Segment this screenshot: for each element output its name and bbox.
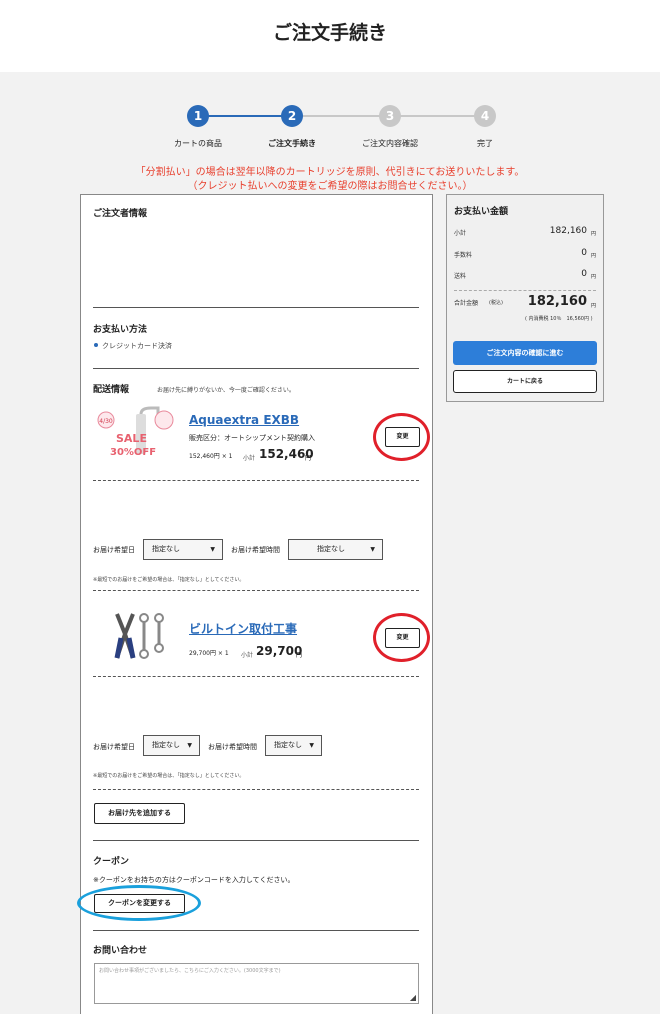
divider bbox=[93, 930, 419, 931]
subtotal-yen: 円 bbox=[305, 455, 312, 462]
divider bbox=[93, 368, 419, 369]
shipping-title: 配送情報 bbox=[93, 385, 130, 395]
subtotal-label: 小計 bbox=[241, 652, 254, 659]
summary-row-label: 手数料 bbox=[454, 252, 473, 259]
chevron-down-icon: ▼ bbox=[370, 546, 375, 553]
confirm-order-button[interactable]: ご注文内容の確認に進む bbox=[453, 341, 597, 365]
notice-line-1: 「分割払い」の場合は翌年以降のカートリッジを原則、代引きにてお送りいたします。 bbox=[135, 167, 525, 178]
summary-row-value: 0 bbox=[581, 269, 587, 279]
summary-row-label: 送料 bbox=[454, 273, 467, 280]
delivery-date-label: お届け希望日 bbox=[93, 546, 135, 554]
summary-row-value: 0 bbox=[581, 248, 587, 258]
step-4-label: 完了 bbox=[477, 139, 493, 148]
summary-title: お支払い金額 bbox=[454, 207, 509, 217]
product-name-link[interactable]: Aquaextra EXBB bbox=[189, 413, 299, 427]
annotation-red-circle bbox=[373, 613, 430, 662]
back-to-cart-button[interactable]: カートに戻る bbox=[453, 370, 597, 393]
product-name-link[interactable]: ビルトイン取付工事 bbox=[189, 620, 297, 637]
delivery-note: ※最短でのお届けをご希望の場合は、「指定なし」としてください。 bbox=[93, 773, 245, 779]
subtotal-label: 小計 bbox=[243, 455, 256, 462]
inquiry-placeholder: お問い合わせ事項がございましたら、こちらにご入力ください。(3000文字まで) bbox=[99, 968, 281, 974]
product-category: 販売区分：オートシップメント契約購入 bbox=[189, 434, 315, 442]
resize-handle-icon[interactable]: ◢ bbox=[410, 993, 416, 1002]
step-connector bbox=[390, 115, 485, 117]
annotation-blue-circle bbox=[77, 885, 201, 921]
delivery-time-value: 指定なし bbox=[317, 545, 345, 553]
step-2-label: ご注文手続き bbox=[268, 139, 316, 148]
unit-price: 152,460円 × 1 bbox=[189, 453, 233, 460]
delivery-date-value: 指定なし bbox=[152, 741, 180, 749]
summary-row-yen: 円 bbox=[591, 231, 597, 237]
inquiry-title: お問い合わせ bbox=[93, 946, 148, 956]
dashed-divider bbox=[93, 676, 419, 677]
payment-method-title: お支払い方法 bbox=[93, 325, 148, 335]
chevron-down-icon: ▼ bbox=[187, 742, 192, 749]
tax-included-label: (税込) bbox=[489, 300, 503, 306]
step-1-label: カートの商品 bbox=[174, 139, 222, 148]
orderer-info-title: ご注文者情報 bbox=[93, 209, 148, 219]
chevron-down-icon: ▼ bbox=[309, 742, 314, 749]
step-3-label: ご注文内容確認 bbox=[362, 139, 418, 148]
coupon-note: ※クーポンをお持ちの方はクーポンコードを入力してください。 bbox=[93, 876, 295, 884]
add-address-button[interactable]: お届け先を追加する bbox=[94, 803, 185, 824]
delivery-date-select[interactable]: 指定なし ▼ bbox=[143, 735, 200, 756]
shipping-note: お届け先に縛りがないか、今一度ご確認ください。 bbox=[157, 387, 295, 394]
payment-option-label: クレジットカード決済 bbox=[102, 342, 172, 350]
product-thumbnail-tools bbox=[109, 610, 169, 662]
payment-radio[interactable] bbox=[94, 343, 98, 347]
divider bbox=[93, 307, 419, 308]
subtotal-yen: 円 bbox=[296, 652, 303, 659]
summary-row-label: 小計 bbox=[454, 230, 467, 237]
summary-divider bbox=[454, 290, 596, 291]
delivery-time-label: お届け希望時間 bbox=[231, 546, 280, 554]
page-title: ご注文手続き bbox=[272, 22, 387, 44]
step-3-badge: 3 bbox=[379, 105, 401, 127]
delivery-date-select[interactable]: 指定なし ▼ bbox=[143, 539, 223, 560]
step-connector bbox=[198, 115, 291, 117]
order-form-panel: ご注文者情報 お支払い方法 クレジットカード決済 配送情報 お届け先に縛りがない… bbox=[77, 194, 433, 1014]
summary-row-value: 182,160 bbox=[549, 226, 587, 236]
payment-summary-panel: お支払い金額 小計 182,160 円 手数料 0 円 送料 0 円 合計金額 … bbox=[446, 194, 604, 402]
delivery-time-select[interactable]: 指定なし ▼ bbox=[288, 539, 383, 560]
delivery-time-label: お届け希望時間 bbox=[208, 743, 257, 751]
dashed-divider bbox=[93, 789, 419, 790]
dashed-divider bbox=[93, 480, 419, 481]
inquiry-textarea[interactable]: お問い合わせ事項がございましたら、こちらにご入力ください。(3000文字まで) … bbox=[94, 963, 419, 1004]
dashed-divider bbox=[93, 590, 419, 591]
divider bbox=[93, 840, 419, 841]
step-4-badge: 4 bbox=[474, 105, 496, 127]
tax-note: ( 内消費税 10％ 16,560円 ) bbox=[525, 316, 593, 322]
notice-text: 「分割払い」の場合は翌年以降のカートリッジを原則、代引きにてお送りいたします。 … bbox=[0, 166, 660, 194]
delivery-time-select[interactable]: 指定なし ▼ bbox=[265, 735, 322, 756]
sale-percent-text: 30%OFF bbox=[110, 447, 156, 458]
step-connector bbox=[291, 115, 390, 117]
sale-text: SALE bbox=[116, 432, 147, 445]
annotation-red-circle bbox=[373, 413, 430, 461]
delivery-time-value: 指定なし bbox=[274, 741, 302, 749]
coupon-title: クーポン bbox=[93, 857, 130, 867]
unit-price: 29,700円 × 1 bbox=[189, 650, 229, 657]
total-value: 182,160 bbox=[527, 294, 587, 309]
delivery-date-value: 指定なし bbox=[152, 545, 180, 553]
chevron-down-icon: ▼ bbox=[210, 546, 215, 553]
step-2-badge: 2 bbox=[281, 105, 303, 127]
product-thumbnail-aquaextra: 4/30 SALE 30%OFF bbox=[96, 406, 180, 466]
step-1-badge: 1 bbox=[187, 105, 209, 127]
delivery-date-label: お届け希望日 bbox=[93, 743, 135, 751]
sale-date-badge: 4/30 bbox=[99, 418, 113, 425]
delivery-note: ※最短でのお届けをご希望の場合は、「指定なし」としてください。 bbox=[93, 577, 245, 583]
notice-line-2: （クレジット払いへの変更をご希望の際はお問合せください。） bbox=[187, 181, 473, 192]
total-label: 合計金額 bbox=[454, 300, 479, 307]
summary-row-yen: 円 bbox=[591, 253, 597, 259]
summary-row-yen: 円 bbox=[591, 274, 597, 280]
total-yen: 円 bbox=[591, 303, 597, 309]
